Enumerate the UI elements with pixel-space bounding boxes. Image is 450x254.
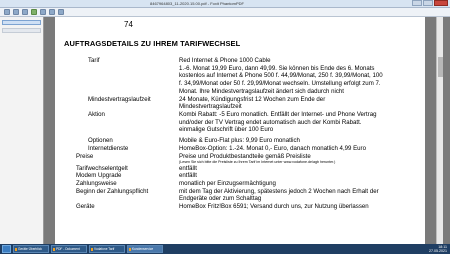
bookmark-item[interactable]: [2, 20, 41, 25]
value-tarif-1: Red Internet & Phone 1000 Cable: [179, 57, 271, 64]
pdf-page: 74 AUFTRAGSDETAILS ZU IHREM TARIFWECHSEL…: [55, 17, 425, 244]
value-zahlungspflicht-2: Endgeräte oder zum Schalttag: [179, 195, 262, 203]
value-tarif-5: Monat. Ihre Mindestvertragslaufzeit ände…: [179, 87, 344, 95]
open-icon[interactable]: [4, 9, 10, 15]
value-tarif-4: f. 34,99/Monat oder 50 f. 29,99/Monat we…: [179, 80, 381, 88]
value-tarif-2: 1.-6. Monat 19,99 Euro, dann 49,99. Sie …: [179, 64, 375, 72]
select-tool-icon[interactable]: [40, 9, 46, 15]
value-modem-upgrade: entfällt: [179, 172, 197, 180]
page-number: 74: [124, 20, 133, 29]
zoom-out-icon[interactable]: [58, 9, 64, 15]
print-icon[interactable]: [22, 9, 28, 15]
taskbar-item[interactable]: Vodafone Tarif: [89, 245, 125, 253]
taskbar: Geräte Überblick PDF - Dokument Vodafone…: [0, 244, 450, 254]
value-geraete: HomeBox Fritz!Box 6591; Versand durch un…: [179, 203, 369, 210]
clock-date: 27.05.2021: [429, 249, 447, 253]
vertical-scrollbar[interactable]: [436, 17, 443, 244]
zoom-in-icon[interactable]: [49, 9, 55, 15]
app-icon: [15, 248, 17, 251]
value-aktion-3: einmalige Gutschrift über 100 Euro: [179, 126, 274, 134]
system-clock[interactable]: 18:11 27.05.2021: [429, 245, 450, 253]
value-tarif-3: kostenlos auf Internet & Phone 500 f. 44…: [179, 72, 383, 80]
value-zahlungsweise: monatlich per Einzugsermächtigung: [179, 179, 276, 187]
value-mindestlaufzeit-2: Mindestvertragslaufzeit: [179, 103, 242, 111]
toolbar: [0, 8, 450, 17]
label-internetdienste: Internetdienste: [88, 144, 129, 152]
value-tarifwechselentgelt: entfällt: [179, 164, 197, 172]
title-bar: 8467964803_11-2020.15.00.pdf - Foxit Pha…: [0, 0, 450, 8]
taskbar-item[interactable]: PDF - Dokument: [51, 245, 87, 253]
bookmark-panel: [0, 17, 44, 244]
value-optionen: Mobile & Euro-Flat plus: 9,99 Euro monat…: [179, 137, 300, 144]
label-tarif: Tarif: [88, 57, 100, 64]
window-controls: [412, 0, 448, 7]
value-zahlungspflicht-1: mit dem Tag der Aktivierung, spätestens …: [179, 187, 379, 195]
close-button[interactable]: [434, 0, 448, 6]
hand-tool-icon[interactable]: [31, 9, 37, 15]
section-heading: AUFTRAGSDETAILS ZU IHREM TARIFWECHSEL: [64, 39, 241, 48]
value-aktion-2: und/oder der TV Vertrag endet automatisc…: [179, 118, 362, 126]
minimize-button[interactable]: [412, 0, 422, 6]
save-icon[interactable]: [13, 9, 19, 15]
label-preise: Preise: [76, 152, 94, 160]
start-button[interactable]: [2, 245, 11, 253]
label-aktion: Aktion: [88, 110, 105, 118]
value-mindestlaufzeit-1: 24 Monate, Kündigungsfrist 12 Wochen zum…: [179, 95, 326, 103]
label-modem-upgrade: Modem Upgrade: [76, 172, 122, 180]
document-workspace: 74 AUFTRAGSDETAILS ZU IHREM TARIFWECHSEL…: [0, 17, 450, 244]
label-optionen: Optionen: [88, 137, 113, 144]
maximize-button[interactable]: [423, 0, 433, 6]
app-icon: [53, 248, 55, 251]
label-tarifwechselentgelt: Tarifwechselentgelt: [76, 164, 128, 172]
scrollbar-thumb[interactable]: [438, 57, 443, 77]
window-title: 8467964803_11-2020.15.00.pdf - Foxit Pha…: [150, 1, 244, 6]
app-icon: [91, 248, 93, 251]
taskbar-item-active[interactable]: Kundenservice: [127, 245, 163, 253]
label-geraete: Geräte: [76, 203, 95, 210]
taskbar-item[interactable]: Geräte Überblick: [13, 245, 49, 253]
label-mindestlaufzeit: Mindestvertragslaufzeit: [88, 95, 151, 103]
app-icon: [129, 248, 131, 251]
label-zahlungsweise: Zahlungsweise: [76, 179, 117, 187]
value-internetdienste: HomeBox-Option: 1.-24. Monat 0,- Euro, d…: [179, 144, 366, 152]
value-aktion-1: Kombi Rabatt: -5 Euro monatlich. Entfäll…: [179, 110, 377, 118]
preise-note: (Lesen Sie sich bitte die Preisliste zu …: [179, 160, 336, 164]
bookmark-item[interactable]: [2, 28, 41, 33]
label-zahlungspflicht: Beginn der Zahlungspflicht: [76, 187, 149, 195]
